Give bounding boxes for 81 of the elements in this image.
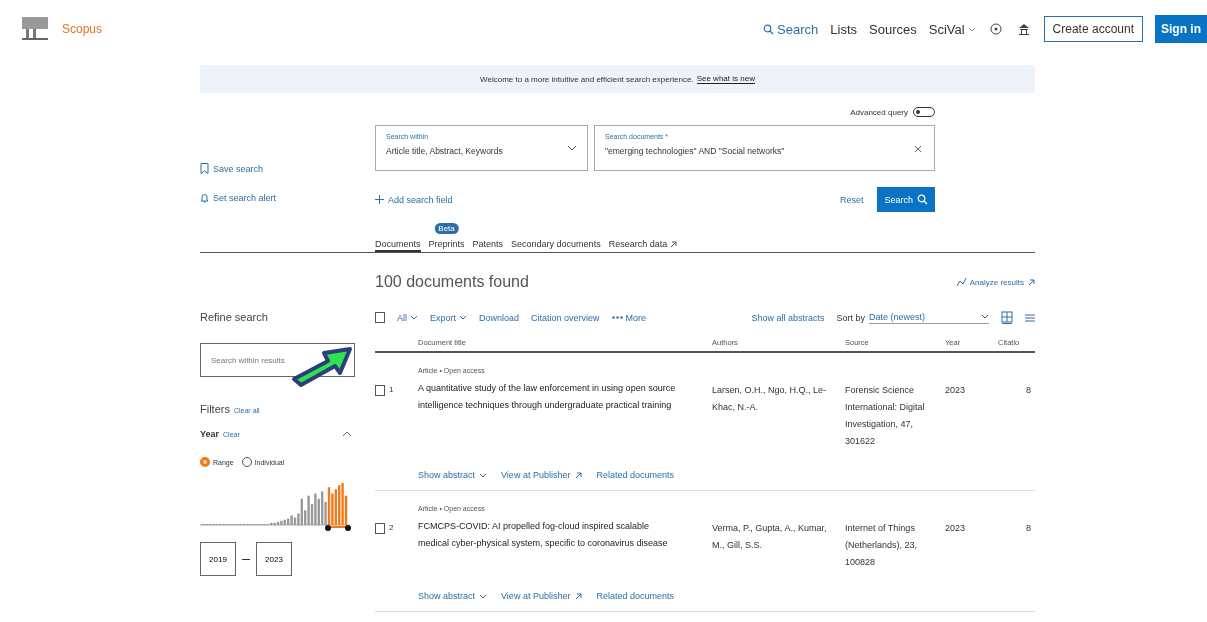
result-link[interactable]: Show abstract [418,470,488,480]
nav-link[interactable]: SciVal [928,21,976,37]
show-all-abstracts-link[interactable]: Show all abstracts [751,312,825,323]
nav-link[interactable]: Search [763,21,819,37]
collapse-icon [342,431,352,437]
citations-cell-text: 8 [1025,522,1032,535]
caret-icon [410,315,418,320]
more-menu[interactable]: More [611,312,647,323]
result-link[interactable]: View at Publisher [501,591,583,601]
year-title: Year [200,429,220,439]
caret-icon [459,315,468,320]
bell-icon [200,192,209,203]
caret-icon [981,314,989,319]
more-icon [611,316,623,319]
citations-cell-text: 8 [1025,384,1032,397]
bookmark-icon [200,163,209,174]
plus-icon [375,195,384,204]
download-link[interactable]: Download [479,312,520,323]
results-count: 100 documents found [375,273,529,291]
search-icon [917,194,928,205]
beta-badge: Beta [434,223,459,234]
row-checkbox[interactable] [375,385,385,396]
institution-icon [1017,22,1030,36]
result-link[interactable]: Related documents [596,470,674,480]
authors-cell-text: Verma, P., Gupta, A., Kumar, M., Gill, S.S. [712,522,828,552]
advanced-query-label: Advanced query [850,107,908,117]
help-icon [989,23,1002,35]
result-link[interactable]: Related documents [596,591,674,601]
export-menu[interactable]: Export [430,312,468,323]
side-action-link[interactable]: Set search alert [200,192,375,203]
banner-text: Welcome to a more intuitive and efficient search experience. [480,74,694,84]
tab[interactable]: Preprints [428,239,465,252]
tab[interactable]: Patents [472,239,504,252]
result-link[interactable]: Show abstract [418,591,488,601]
caret-icon [479,593,488,599]
nav-link[interactable]: Sources [869,21,917,37]
tab[interactable]: Documents [375,239,421,252]
year-from-field[interactable]: 2019 [200,542,236,576]
sort-label: Sort by [836,312,865,323]
table-view-icon [1001,311,1013,324]
side-action-link[interactable]: Save search [200,163,375,174]
logo-icon[interactable] [20,16,50,42]
row-number: 1 [389,385,394,394]
clear-icon [914,145,922,153]
row-number: 2 [389,523,394,532]
select-all-menu[interactable]: All [397,312,418,323]
tab[interactable]: Secondary documents [511,239,601,252]
external-link-icon [1027,278,1035,286]
filters-title: Filters [200,403,230,415]
document-title-link[interactable]: A quantitative study of the law enforcement in using open source intelligence techniques through undergraduate practical training [418,380,712,414]
external-link-icon [574,592,583,600]
sign-in-button[interactable]: Sign in [1155,15,1207,43]
external-link-icon [574,471,583,479]
chevron-down-icon [567,145,577,151]
caret-icon [479,472,488,478]
add-search-field-link[interactable]: Add search field [375,194,453,205]
trend-icon [956,277,967,287]
authors-cell-text: Larsen, O.H., Ngo, H.Q., Le-Khac, N.-A. [712,384,828,414]
year-cell-text: 2023 [945,384,967,397]
analyze-results-link[interactable]: Analyze results [956,277,1035,287]
caret-icon [967,26,976,32]
select-all-checkbox[interactable] [375,312,385,323]
tab[interactable]: Research data [608,239,678,252]
citation-overview-link[interactable]: Citation overview [531,312,600,323]
refine-title: Refine search [200,311,269,323]
source-cell-text: Forensic Science International: Digital Investigation, 47, 301622 [845,384,926,448]
search-button[interactable]: Search [877,187,935,212]
list-view-icon [1025,312,1035,323]
document-title-link[interactable]: FCMCPS-COVID: AI propelled fog-cloud inspired scalable medical cyber-physical system, specific to coronavirus disease [418,518,712,552]
row-checkbox[interactable] [375,523,385,534]
nav-link[interactable]: Lists [830,21,857,37]
brand-name[interactable]: Scopus [62,22,103,36]
search-icon [763,23,775,35]
create-account-button[interactable]: Create account [1043,16,1143,42]
banner-link[interactable]: See what is new [696,74,755,84]
result-link[interactable]: View at Publisher [501,470,583,480]
sort-dropdown[interactable]: Date (newest) [869,311,989,324]
reset-link[interactable]: Reset [839,194,864,205]
year-cell-text: 2023 [945,522,967,535]
year-to-field[interactable]: 2023 [256,542,292,576]
source-cell-text: Internet of Things (Netherlands), 23, 100828 [845,522,919,569]
